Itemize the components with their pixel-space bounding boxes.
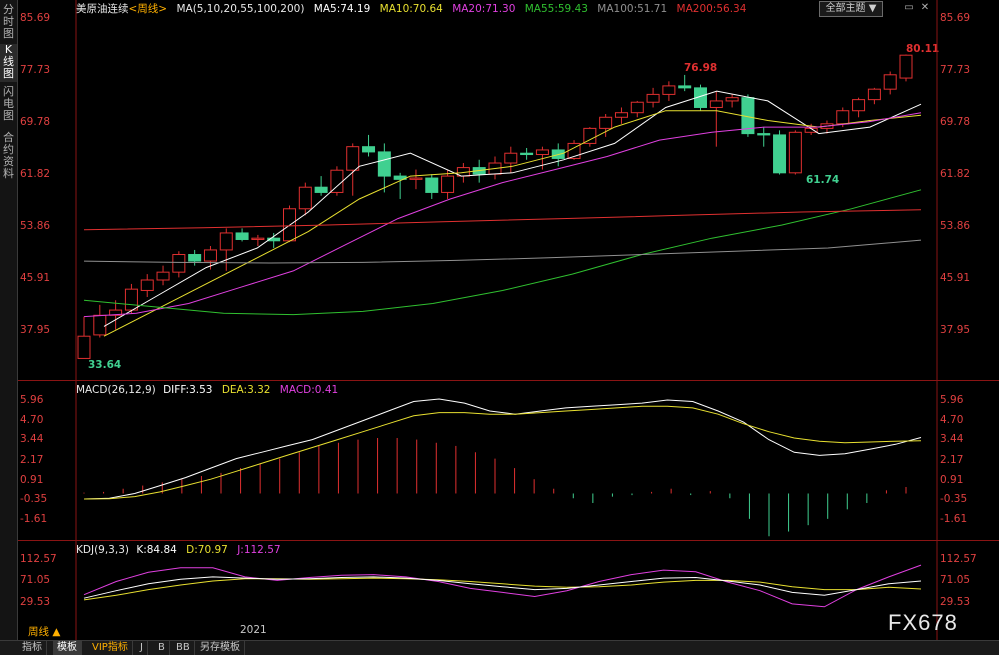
candle-body [583,127,597,144]
kdj-d-line [83,577,922,601]
candle-body [883,74,897,90]
candle-body [140,279,154,291]
candle-body [330,169,344,193]
chart-canvas[interactable] [18,0,999,640]
candle-body [441,175,455,193]
tab-timeshare[interactable]: 分时图 [0,4,17,42]
candle-body [867,88,881,101]
tab-j[interactable]: J [136,641,148,655]
candle-body [172,254,186,273]
ma-lines-group [83,90,922,337]
tab-flash-label: 闪电图 [3,85,14,122]
candle-body [773,134,787,174]
candle-body [725,97,739,102]
candle-body [535,149,549,156]
kdj-group [83,564,922,608]
candle-body [188,254,202,262]
tab-b[interactable]: B [154,641,170,655]
candle-body [377,151,391,177]
candle-body [93,314,107,336]
candle-body [852,99,866,112]
candle-body [124,288,138,311]
macd-group [83,398,922,537]
candle-body [709,100,723,108]
candles-group [77,54,913,359]
tab-vip-indicators[interactable]: VIP指标 [88,641,133,655]
candle-body [899,54,913,79]
candle-body [156,271,170,281]
tab-contract-info-label: 合约资料 [3,131,14,180]
tab-flash[interactable]: 闪电图 [0,86,17,124]
watermark-logo: FX678 [888,610,958,635]
period-selector[interactable]: 周线 ▲ [28,624,60,639]
candle-body [409,177,423,180]
candle-body [298,186,312,210]
candle-body [599,116,613,129]
candle-body [251,237,265,240]
kdj-k-line [83,576,922,599]
bottom-toolbar: 指标 模板 VIP指标 J B BB 另存模板 [0,640,999,655]
tab-templates[interactable]: 模板 [53,641,82,655]
candle-body [520,152,534,156]
tab-indicators[interactable]: 指标 [18,641,47,655]
candle-body [788,131,802,174]
candle-body [203,249,217,262]
tab-save-template[interactable]: 另存模板 [196,641,245,655]
ma-line-ma200 [83,209,922,231]
candle-body [425,177,439,193]
candle-body [314,186,328,193]
candle-body [346,146,360,171]
candle-body [614,112,628,118]
candle-body [235,232,249,240]
candle-body [362,146,376,153]
candle-body [646,93,660,103]
tab-bb[interactable]: BB [172,641,195,655]
candle-body [678,85,692,89]
chart-area[interactable]: 美原油连续<周线> MA(5,10,20,55,100,200) MA5:74.… [18,0,999,640]
candle-body [662,85,676,95]
candle-body [77,335,91,359]
sidebar: 分时图 K线图 闪电图 合约资料 [0,0,18,640]
candle-body [219,232,233,251]
candle-body [757,133,771,136]
candle-body [836,110,850,125]
tab-kline[interactable]: K线图 [0,44,17,82]
tab-kline-label: K线图 [3,43,14,80]
ma-line-ma5 [103,90,922,327]
candle-body [630,101,644,114]
tab-timeshare-label: 分时图 [3,3,14,40]
candle-body [504,152,518,164]
tab-contract-info[interactable]: 合约资料 [0,132,17,182]
x-axis-date: 2021 [240,624,267,636]
kdj-j-line [83,564,922,608]
